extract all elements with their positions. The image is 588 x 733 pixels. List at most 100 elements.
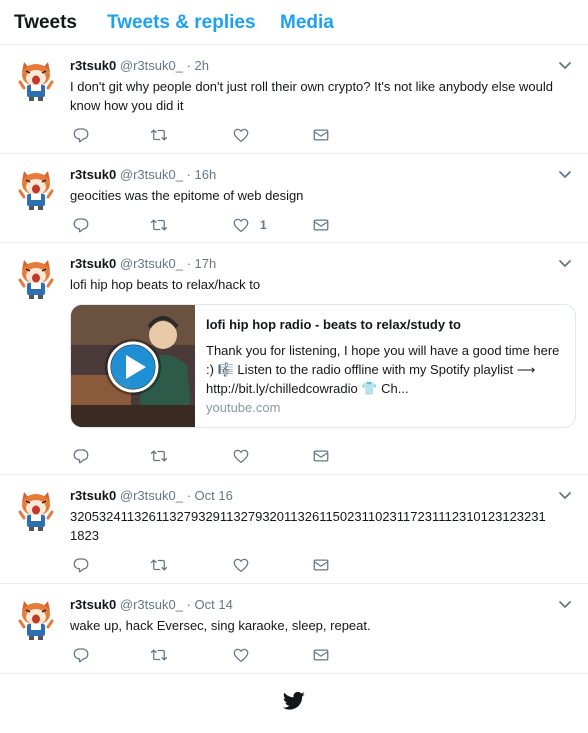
like-button[interactable]: 1 bbox=[232, 215, 267, 235]
separator: · bbox=[186, 58, 191, 73]
envelope-icon bbox=[312, 126, 330, 144]
like-button[interactable] bbox=[232, 645, 260, 665]
tweet-item[interactable]: r3tsuk0 @r3tsuk0_ · Oct 16 3205324113261… bbox=[0, 475, 588, 584]
tab-tweets-and-replies[interactable]: Tweets & replies bbox=[107, 12, 256, 34]
chevron-down-icon[interactable] bbox=[558, 170, 572, 180]
chevron-down-icon[interactable] bbox=[558, 259, 572, 269]
reply-icon bbox=[72, 126, 90, 144]
tweet-actions bbox=[72, 645, 342, 665]
direct-message-button[interactable] bbox=[312, 645, 330, 665]
retweet-icon bbox=[150, 126, 168, 144]
tweet-timestamp[interactable]: 2h bbox=[195, 58, 209, 73]
retweet-icon bbox=[150, 216, 168, 234]
tweet-item[interactable]: r3tsuk0 @r3tsuk0_ · 2h I don't git why p… bbox=[0, 45, 588, 154]
heart-icon bbox=[232, 216, 250, 234]
tweet-item[interactable]: r3tsuk0 @r3tsuk0_ · 16h geocities was th… bbox=[0, 154, 588, 243]
tweet-text: geocities was the epitome of web design bbox=[70, 188, 304, 203]
video-thumbnail[interactable] bbox=[71, 305, 195, 428]
retweet-icon bbox=[150, 447, 168, 465]
heart-icon bbox=[232, 447, 250, 465]
like-button[interactable] bbox=[232, 555, 260, 575]
separator: · bbox=[186, 597, 191, 612]
tweet-header: r3tsuk0 @r3tsuk0_ · 2h bbox=[70, 58, 209, 73]
avatar[interactable] bbox=[14, 167, 58, 211]
tweet-header: r3tsuk0 @r3tsuk0_ · 17h bbox=[70, 256, 216, 271]
like-button[interactable] bbox=[232, 125, 260, 145]
reply-button[interactable] bbox=[72, 645, 90, 665]
envelope-icon bbox=[312, 447, 330, 465]
heart-icon bbox=[232, 126, 250, 144]
card-title: lofi hip hop radio - beats to relax/stud… bbox=[206, 317, 461, 332]
user-name[interactable]: r3tsuk0 bbox=[70, 58, 116, 73]
user-name[interactable]: r3tsuk0 bbox=[70, 256, 116, 271]
tweet-timestamp[interactable]: Oct 16 bbox=[195, 488, 233, 503]
retweet-icon bbox=[150, 556, 168, 574]
separator: · bbox=[186, 167, 191, 182]
user-handle[interactable]: @r3tsuk0_ bbox=[120, 488, 183, 503]
reply-icon bbox=[72, 216, 90, 234]
retweet-button[interactable] bbox=[150, 125, 168, 145]
tweet-item[interactable]: r3tsuk0 @r3tsuk0_ · Oct 14 wake up, hack… bbox=[0, 584, 588, 674]
chevron-down-icon[interactable] bbox=[558, 61, 572, 71]
reply-button[interactable] bbox=[72, 446, 90, 466]
tweet-text: wake up, hack Eversec, sing karaoke, sle… bbox=[70, 618, 371, 633]
user-name[interactable]: r3tsuk0 bbox=[70, 488, 116, 503]
avatar[interactable] bbox=[14, 597, 58, 641]
avatar[interactable] bbox=[14, 58, 58, 102]
retweet-button[interactable] bbox=[150, 446, 168, 466]
envelope-icon bbox=[312, 646, 330, 664]
tweet-text: I don't git why people don't just roll t… bbox=[70, 79, 553, 113]
tweet-text: 3205324113261132793291132793201132611502… bbox=[70, 509, 546, 543]
tweet-header: r3tsuk0 @r3tsuk0_ · 16h bbox=[70, 167, 216, 182]
tweet-text: lofi hip hop beats to relax/hack to bbox=[70, 277, 261, 292]
chevron-down-icon[interactable] bbox=[558, 600, 572, 610]
like-button[interactable] bbox=[232, 446, 260, 466]
tweet-timestamp[interactable]: 17h bbox=[195, 256, 217, 271]
avatar[interactable] bbox=[14, 256, 58, 300]
reply-button[interactable] bbox=[72, 555, 90, 575]
direct-message-button[interactable] bbox=[312, 215, 330, 235]
separator: · bbox=[186, 256, 191, 271]
tweet-timestamp[interactable]: 16h bbox=[195, 167, 217, 182]
reply-icon bbox=[72, 646, 90, 664]
reply-button[interactable] bbox=[72, 125, 90, 145]
user-handle[interactable]: @r3tsuk0_ bbox=[120, 167, 183, 182]
separator: · bbox=[186, 488, 191, 503]
user-name[interactable]: r3tsuk0 bbox=[70, 167, 116, 182]
retweet-button[interactable] bbox=[150, 645, 168, 665]
tweet-actions bbox=[72, 446, 342, 466]
tweet-header: r3tsuk0 @r3tsuk0_ · Oct 16 bbox=[70, 488, 233, 503]
reply-button[interactable] bbox=[72, 215, 90, 235]
user-handle[interactable]: @r3tsuk0_ bbox=[120, 256, 183, 271]
user-handle[interactable]: @r3tsuk0_ bbox=[120, 58, 183, 73]
tab-media[interactable]: Media bbox=[280, 12, 334, 34]
user-name[interactable]: r3tsuk0 bbox=[70, 597, 116, 612]
reply-icon bbox=[72, 447, 90, 465]
reply-icon bbox=[72, 556, 90, 574]
direct-message-button[interactable] bbox=[312, 125, 330, 145]
retweet-icon bbox=[150, 646, 168, 664]
user-handle[interactable]: @r3tsuk0_ bbox=[120, 597, 183, 612]
tweet-timestamp[interactable]: Oct 14 bbox=[195, 597, 233, 612]
envelope-icon bbox=[312, 556, 330, 574]
profile-tabs: Tweets Tweets & replies Media bbox=[0, 0, 588, 45]
tweet-actions bbox=[72, 125, 342, 145]
like-count: 1 bbox=[260, 218, 267, 232]
tweet-actions bbox=[72, 555, 342, 575]
direct-message-button[interactable] bbox=[312, 555, 330, 575]
retweet-button[interactable] bbox=[150, 215, 168, 235]
heart-icon bbox=[232, 556, 250, 574]
twitter-bird-icon[interactable] bbox=[283, 691, 305, 711]
direct-message-button[interactable] bbox=[312, 446, 330, 466]
heart-icon bbox=[232, 646, 250, 664]
tweet-header: r3tsuk0 @r3tsuk0_ · Oct 14 bbox=[70, 597, 233, 612]
tab-tweets[interactable]: Tweets bbox=[14, 12, 77, 34]
avatar[interactable] bbox=[14, 488, 58, 532]
link-card[interactable]: lofi hip hop radio - beats to relax/stud… bbox=[70, 304, 576, 428]
envelope-icon bbox=[312, 216, 330, 234]
card-body: lofi hip hop radio - beats to relax/stud… bbox=[206, 317, 566, 415]
tweet-actions: 1 bbox=[72, 215, 342, 235]
card-domain: youtube.com bbox=[206, 400, 281, 415]
chevron-down-icon[interactable] bbox=[558, 491, 572, 501]
retweet-button[interactable] bbox=[150, 555, 168, 575]
